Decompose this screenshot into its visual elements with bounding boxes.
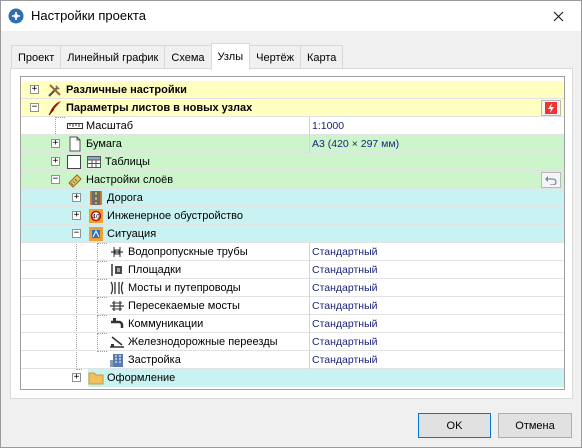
expand-toggle[interactable]: + [51, 157, 60, 166]
tree-label: Водопропускные трубы [128, 246, 248, 258]
undo-icon [545, 176, 557, 185]
tree-label: Различные настройки [66, 84, 187, 96]
tree-label: Инженерное обустройство [107, 210, 243, 222]
tree-label: Настройки слоёв [86, 174, 174, 186]
tree-label: Масштаб [86, 120, 134, 132]
tree-row-tables[interactable]: + Таблицы [21, 153, 564, 171]
expand-toggle[interactable]: + [30, 85, 39, 94]
expand-toggle[interactable]: + [72, 211, 81, 220]
close-icon [553, 11, 563, 21]
tools-icon [48, 84, 61, 97]
platforms-value[interactable]: Стандартный [310, 261, 564, 279]
close-button[interactable] [543, 5, 573, 27]
communications-value[interactable]: Стандартный [310, 315, 564, 333]
tree-row-engineering[interactable]: + 40 Инженерное обустройство [21, 207, 564, 225]
title-bar: Настройки проекта [1, 1, 581, 31]
lightning-icon [545, 102, 557, 114]
tab-nodes[interactable]: Узлы [210, 43, 251, 70]
tree-label: Площадки [128, 264, 182, 276]
ok-button[interactable]: OK [418, 413, 491, 438]
tree-row-culverts[interactable]: Водопропускные трубы Стандартный [21, 243, 564, 261]
buildings-value[interactable]: Стандартный [310, 351, 564, 369]
expand-toggle[interactable]: + [72, 373, 81, 382]
tree-row-communications[interactable]: Коммуникации Стандартный [21, 315, 564, 333]
bridge-icon [110, 281, 124, 295]
tree-label: Бумага [86, 138, 122, 150]
tree-label: Параметры листов в новых узлах [66, 102, 253, 114]
svg-text:40: 40 [92, 214, 100, 221]
tab-drawing[interactable]: Чертёж [249, 45, 301, 69]
tree-row-buildings[interactable]: Застройка Стандартный [21, 351, 564, 369]
sign-icon: 40 [89, 209, 103, 223]
tab-map[interactable]: Карта [299, 45, 344, 69]
tree-label: Мосты и путепроводы [128, 282, 241, 294]
tree-label: Оформление [107, 372, 176, 384]
tab-line-graph[interactable]: Линейный график [60, 45, 166, 69]
cancel-button[interactable]: Отмена [498, 413, 572, 438]
tree-label: Таблицы [105, 156, 150, 168]
tree-row-road[interactable]: + Дорога [21, 189, 564, 207]
road-icon [90, 191, 102, 205]
quill-icon [48, 101, 61, 116]
expand-toggle[interactable]: + [72, 193, 81, 202]
tree-row-layers[interactable]: − Настройки слоёв [21, 171, 564, 189]
faucet-icon [111, 318, 124, 328]
tree-row-sheet-params[interactable]: − Параметры листов в новых узлах [21, 99, 564, 117]
platform-icon [111, 264, 122, 276]
bridges-value[interactable]: Стандартный [310, 279, 564, 297]
table-icon [87, 156, 101, 168]
dialog-title: Настройки проекта [31, 8, 146, 23]
tables-checkbox[interactable] [67, 155, 81, 169]
culverts-value[interactable]: Стандартный [310, 243, 564, 261]
building-icon [110, 354, 123, 367]
ruler-icon [67, 123, 83, 129]
tree-row-misc[interactable]: + Различные настройки [21, 81, 564, 99]
crossed-bridge-icon [110, 301, 124, 311]
tree-label: Железнодорожные переезды [128, 336, 278, 348]
situation-icon [89, 227, 103, 241]
collapse-toggle[interactable]: − [51, 175, 60, 184]
app-icon [8, 8, 24, 24]
layers-settings-icon [68, 174, 82, 188]
tree-label: Ситуация [107, 228, 157, 240]
reset-button[interactable] [541, 100, 561, 116]
tree-row-platforms[interactable]: Площадки Стандартный [21, 261, 564, 279]
paper-value[interactable]: А3 (420 × 297 мм) [310, 135, 564, 153]
railway-crossing-icon [110, 336, 124, 348]
tree-row-crossed-bridges[interactable]: Пересекаемые мосты Стандартный [21, 297, 564, 315]
tree-row-railway-crossings[interactable]: Железнодорожные переезды Стандартный [21, 333, 564, 351]
tree-label: Дорога [107, 192, 143, 204]
nodes-tab-panel: + Различные настройки − Параметры листов… [10, 68, 573, 399]
project-settings-dialog: Настройки проекта Проект Линейный график… [0, 0, 582, 448]
tree-row-scale[interactable]: Масштаб 1:1000 [21, 117, 564, 135]
collapse-toggle[interactable]: − [72, 229, 81, 238]
tree-label: Застройка [128, 354, 181, 366]
undo-button[interactable] [541, 172, 561, 188]
scale-value[interactable]: 1:1000 [310, 117, 564, 135]
tree-row-situation[interactable]: − Ситуация [21, 225, 564, 243]
tree-row-bridges[interactable]: Мосты и путепроводы Стандартный [21, 279, 564, 297]
page-icon [69, 136, 81, 152]
tab-project[interactable]: Проект [11, 45, 62, 69]
expand-toggle[interactable]: + [51, 139, 60, 148]
folder-icon [88, 372, 104, 385]
culvert-icon [111, 247, 123, 257]
tree-label: Пересекаемые мосты [128, 300, 240, 312]
settings-tree[interactable]: + Различные настройки − Параметры листов… [20, 76, 565, 390]
tree-row-design[interactable]: + Оформление [21, 369, 564, 387]
crossed-bridges-value[interactable]: Стандартный [310, 297, 564, 315]
collapse-toggle[interactable]: − [30, 103, 39, 112]
railway-crossings-value[interactable]: Стандартный [310, 333, 564, 351]
tree-row-paper[interactable]: + Бумага А3 (420 × 297 мм) [21, 135, 564, 153]
tab-scheme[interactable]: Схема [164, 45, 212, 69]
tab-strip: Проект Линейный график Схема Узлы Чертёж… [11, 43, 344, 70]
tree-label: Коммуникации [128, 318, 204, 330]
